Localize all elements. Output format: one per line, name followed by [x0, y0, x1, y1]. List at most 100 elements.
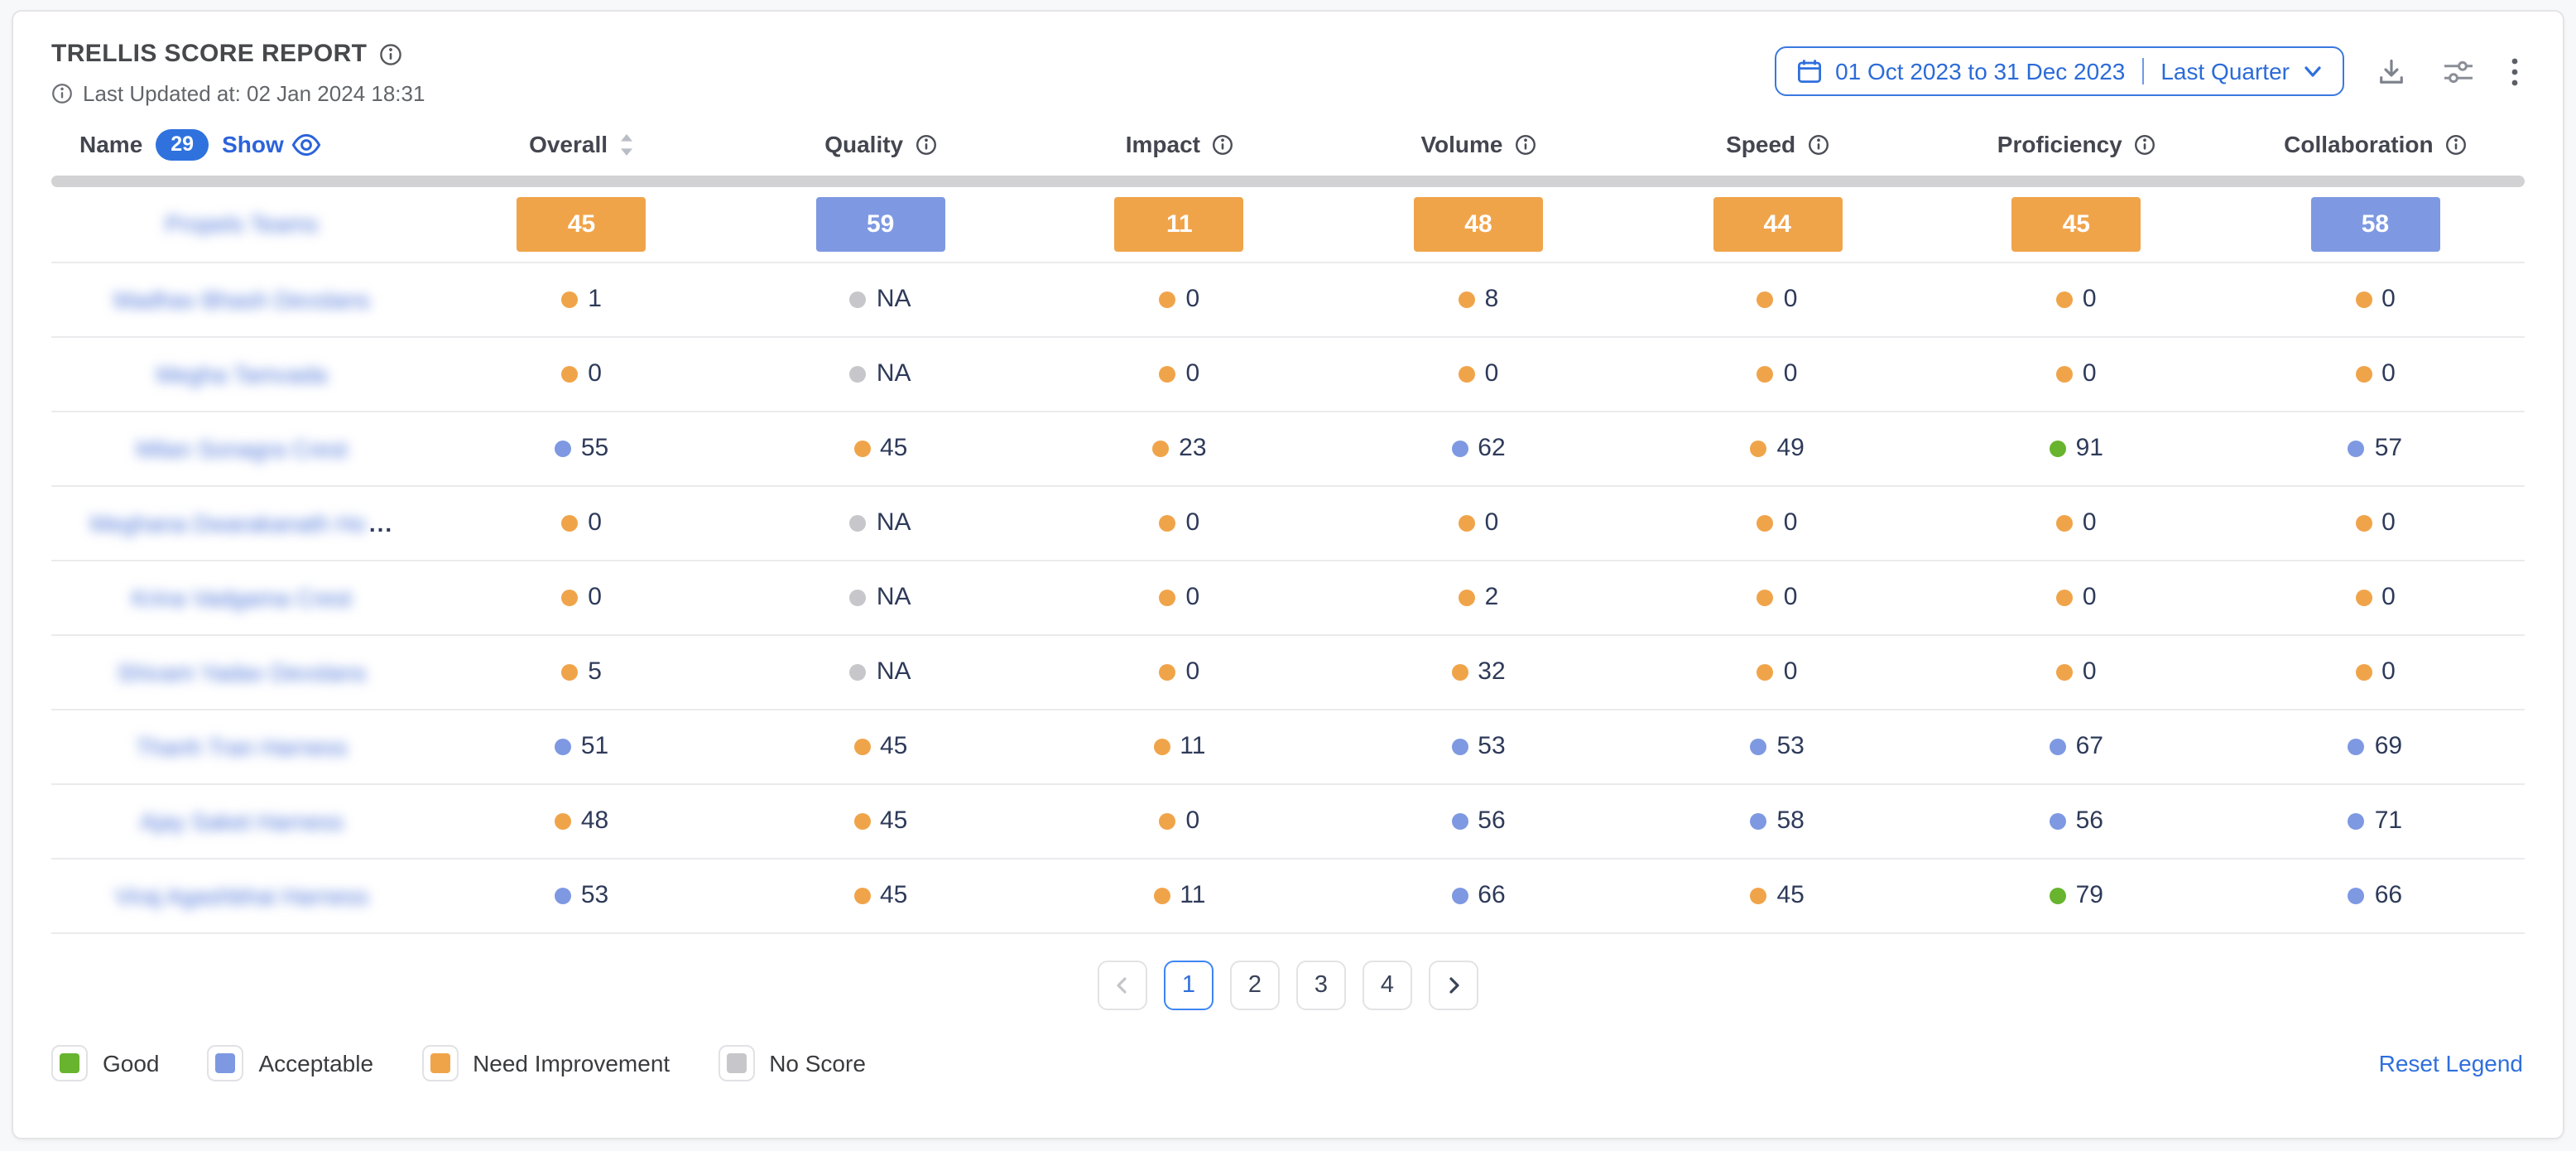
previous-page-button[interactable] — [1098, 960, 1147, 1009]
score-dot — [561, 365, 578, 382]
page-button-3[interactable]: 3 — [1296, 960, 1346, 1009]
chevron-left-icon[interactable] — [1113, 975, 1132, 994]
title-info-icon[interactable] — [378, 42, 401, 65]
score-cell: 91 — [1927, 434, 2226, 462]
more-options-button[interactable] — [2506, 52, 2523, 90]
score-value: NA — [877, 359, 911, 388]
redacted-name-text: Madhav Bhash Devslans — [113, 286, 370, 312]
score-dot — [850, 514, 867, 531]
score-dot — [2050, 738, 2066, 754]
score-dot — [2050, 812, 2066, 829]
score-cell: 58 — [1628, 807, 1927, 835]
member-name-link[interactable]: Milan Sonagra Crest — [51, 435, 432, 461]
member-name-link[interactable]: Megha Tamvada — [51, 360, 432, 387]
date-range-text: 01 Oct 2023 to 31 Dec 2023 — [1835, 58, 2125, 84]
score-cell: 8 — [1329, 285, 1627, 313]
redacted-name-text: Krina Vadgama Crest — [132, 584, 352, 610]
filter-button[interactable] — [2439, 52, 2478, 90]
show-names-toggle[interactable]: Show — [222, 132, 322, 158]
score-badge: 11 — [1115, 196, 1244, 251]
score-badge: 45 — [517, 196, 646, 251]
info-icon[interactable] — [1212, 134, 1233, 156]
legend-item-acceptable[interactable]: Acceptable — [208, 1044, 374, 1081]
date-preset-text: Last Quarter — [2160, 58, 2290, 84]
score-dot — [2050, 887, 2066, 903]
score-cell: NA — [731, 657, 1030, 686]
page-button-2[interactable]: 2 — [1230, 960, 1280, 1009]
score-value: 0 — [1485, 359, 1499, 388]
score-value: 48 — [581, 807, 608, 835]
score-value: 0 — [588, 508, 602, 537]
score-value: 0 — [1186, 508, 1200, 537]
score-dot — [1451, 812, 1468, 829]
score-dot — [2355, 365, 2372, 382]
member-name-link[interactable]: Shivam Yadav Devslans — [51, 658, 432, 685]
legend-swatch — [60, 1052, 79, 1072]
legend-item-good[interactable]: Good — [51, 1044, 160, 1081]
member-name-link[interactable]: Thanh Tran Harness — [51, 733, 432, 759]
score-cell: 11 — [1030, 732, 1329, 760]
date-range-button[interactable]: 01 Oct 2023 to 31 Dec 2023 Last Quarter — [1774, 46, 2344, 96]
legend-item-need_improvement[interactable]: Need Improvement — [421, 1044, 670, 1081]
team-name-link[interactable]: Propels Teams — [51, 210, 432, 237]
score-value: 0 — [2381, 657, 2396, 686]
info-icon[interactable] — [915, 134, 936, 156]
info-icon[interactable] — [1807, 134, 1829, 156]
score-value: 0 — [1186, 807, 1200, 835]
score-cell: 0 — [2226, 359, 2525, 388]
sort-icon[interactable] — [619, 132, 634, 157]
info-icon[interactable] — [2134, 134, 2155, 156]
score-cell: 5 — [432, 657, 731, 686]
column-label: Quality — [824, 132, 903, 158]
score-value: 1 — [588, 285, 602, 313]
score-value: 0 — [2083, 583, 2097, 611]
info-icon[interactable] — [1515, 134, 1536, 156]
score-cell: 0 — [1030, 583, 1329, 611]
score-cell: NA — [731, 285, 1030, 313]
horizontal-scrollbar[interactable] — [51, 175, 2525, 186]
member-name-link[interactable]: Madhav Bhash Devslans — [51, 286, 432, 312]
page-button-1[interactable]: 1 — [1164, 960, 1214, 1009]
score-dot — [1451, 738, 1468, 754]
member-name-link[interactable]: Viraj Agashbhai Harness — [51, 882, 432, 908]
score-cell: 57 — [2226, 434, 2525, 462]
score-table: Name 29 Show OverallQualityImpactVolumeS… — [51, 129, 2525, 933]
score-value: 91 — [2076, 434, 2103, 462]
score-cell: 79 — [1927, 881, 2226, 909]
score-dot — [1757, 589, 1774, 605]
header-actions: 01 Oct 2023 to 31 Dec 2023 Last Quarter — [1774, 46, 2523, 96]
score-dot — [1750, 738, 1766, 754]
chevron-right-icon[interactable] — [1444, 975, 1463, 994]
score-value: 79 — [2076, 881, 2103, 909]
table-row: Meghana Dwarakanath Ho...0NA00000 — [51, 486, 2525, 561]
score-dot — [1757, 365, 1774, 382]
download-button[interactable] — [2372, 52, 2410, 90]
member-name-link[interactable]: Meghana Dwarakanath Ho... — [51, 509, 432, 536]
page-button-4[interactable]: 4 — [1362, 960, 1412, 1009]
legend-item-no_score[interactable]: No Score — [718, 1044, 866, 1081]
score-value: 58 — [1776, 807, 1804, 835]
column-label: Volume — [1420, 132, 1502, 158]
score-value: 11 — [1180, 881, 1205, 909]
redacted-name-text: Megha Tamvada — [156, 360, 328, 387]
info-icon[interactable] — [2445, 134, 2467, 156]
reset-legend-link[interactable]: Reset Legend — [2379, 1049, 2523, 1076]
score-cell: 69 — [2226, 732, 2525, 760]
score-value: 0 — [1784, 583, 1798, 611]
score-dot — [1160, 812, 1176, 829]
next-page-button[interactable] — [1429, 960, 1478, 1009]
score-dot — [850, 291, 867, 307]
member-name-link[interactable]: Krina Vadgama Crest — [51, 584, 432, 610]
score-dot — [555, 440, 571, 456]
score-dot — [2348, 887, 2365, 903]
score-cell: 0 — [2226, 657, 2525, 686]
score-value: 0 — [1784, 508, 1798, 537]
score-cell: 56 — [1329, 807, 1627, 835]
member-name-link[interactable]: Ajay Saket Harness — [51, 807, 432, 834]
score-value: 23 — [1179, 434, 1206, 462]
score-dot — [561, 589, 578, 605]
score-value: 32 — [1478, 657, 1505, 686]
redacted-name-text: Milan Sonagra Crest — [136, 435, 347, 461]
score-dot — [1160, 365, 1176, 382]
score-dot — [1153, 887, 1170, 903]
